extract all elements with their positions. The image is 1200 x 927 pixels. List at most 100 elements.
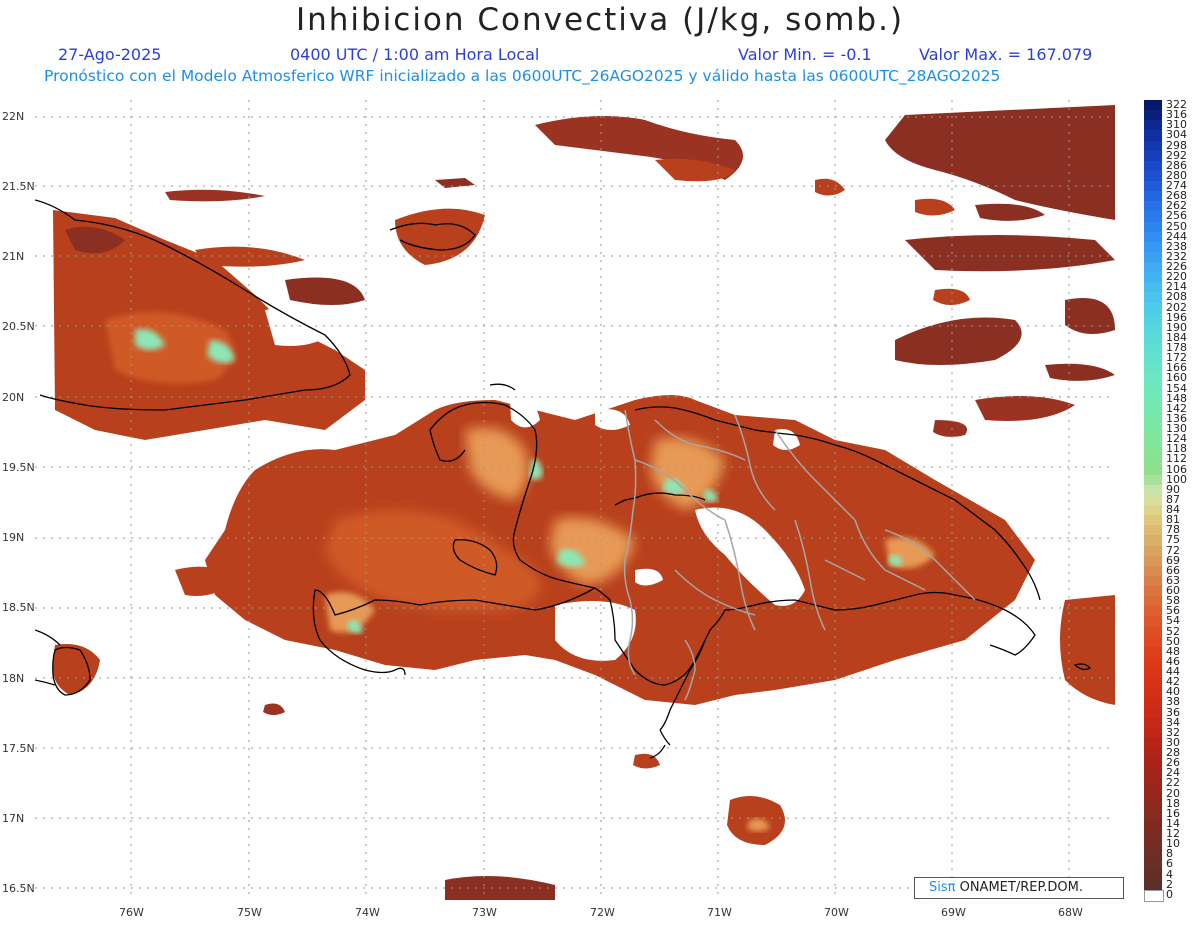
- legend-swatch: [1144, 555, 1162, 567]
- legend-swatch: [1144, 677, 1162, 688]
- lon-label: 75W: [237, 906, 262, 919]
- legend-swatch: [1144, 778, 1162, 790]
- lat-label: 16.5N: [2, 882, 35, 895]
- legend-swatch: [1144, 332, 1162, 344]
- lat-label: 19N: [2, 531, 25, 544]
- legend-swatch: [1144, 687, 1162, 698]
- legend-swatch: [1144, 413, 1162, 425]
- forecast-time: 0400 UTC / 1:00 am Hora Local: [290, 45, 540, 64]
- legend-swatch: [1144, 211, 1162, 223]
- legend-swatch: [1144, 221, 1162, 233]
- legend-swatch: [1144, 667, 1162, 678]
- lat-label: 21N: [2, 250, 25, 263]
- legend-swatch: [1144, 312, 1162, 324]
- lat-label: 19.5N: [2, 461, 35, 474]
- legend-swatch: [1144, 737, 1162, 749]
- legend-swatch: [1144, 788, 1162, 800]
- legend-swatch: [1144, 808, 1162, 820]
- lon-label: 73W: [472, 906, 497, 919]
- legend-swatch: [1144, 697, 1162, 709]
- lat-label: 20.5N: [2, 320, 35, 333]
- legend-swatch: [1144, 363, 1162, 374]
- legend-swatch: [1144, 616, 1162, 628]
- legend-swatch: [1144, 150, 1162, 162]
- legend-swatch: [1144, 859, 1162, 871]
- legend-swatch: [1144, 444, 1162, 455]
- lon-label: 76W: [119, 906, 144, 919]
- legend-swatch: [1144, 707, 1162, 719]
- legend-swatch: [1144, 656, 1162, 668]
- legend-swatch: [1144, 120, 1162, 131]
- legend-swatch: [1144, 302, 1162, 314]
- legend-swatch: [1144, 373, 1162, 385]
- legend-swatch: [1144, 231, 1162, 243]
- legend-swatch: [1144, 160, 1162, 172]
- legend-swatch: [1144, 717, 1162, 729]
- lat-label: 21.5N: [2, 180, 35, 193]
- model-info: Pronóstico con el Modelo Atmosferico WRF…: [44, 67, 1001, 85]
- forecast-date: 27-Ago-2025: [58, 45, 162, 64]
- lat-label: 22N: [2, 110, 25, 123]
- lat-label: 17N: [2, 812, 25, 825]
- legend-swatch: [1144, 484, 1162, 496]
- lon-label: 72W: [590, 906, 615, 919]
- lon-label: 74W: [355, 906, 380, 919]
- legend-swatch: [1144, 626, 1162, 638]
- legend-swatch: [1144, 424, 1162, 435]
- value-max: Valor Max. = 167.079: [919, 45, 1093, 64]
- legend-swatch: [1144, 818, 1162, 830]
- legend-swatch: [1144, 748, 1162, 759]
- legend-swatch: [1144, 565, 1162, 577]
- legend-swatch: [1144, 272, 1162, 283]
- legend-swatch: [1144, 849, 1162, 860]
- lon-label: 68W: [1058, 906, 1083, 919]
- legend-swatch: [1144, 798, 1162, 810]
- legend-swatch: [1144, 353, 1162, 364]
- legend-swatch: [1144, 343, 1162, 354]
- inhibition-field: [52, 105, 1115, 900]
- legend-swatch: [1144, 201, 1162, 212]
- legend-swatch: [1144, 829, 1162, 840]
- legend-swatch: [1144, 262, 1162, 273]
- legend-swatch: [1144, 403, 1162, 415]
- legend-swatch: [1144, 545, 1162, 557]
- lat-label: 20N: [2, 391, 25, 404]
- lon-label: 69W: [941, 906, 966, 919]
- legend-swatch: [1144, 494, 1162, 506]
- credit-logo: Sisπ: [929, 880, 956, 895]
- lon-label: 70W: [824, 906, 849, 919]
- legend-swatch: [1144, 636, 1162, 648]
- value-min: Valor Min. = -0.1: [738, 45, 872, 64]
- lat-label: 17.5N: [2, 742, 35, 755]
- legend-swatch: [1144, 191, 1162, 202]
- legend-swatch: [1144, 292, 1162, 304]
- legend-swatch: [1144, 322, 1162, 334]
- legend-swatch: [1144, 596, 1162, 607]
- lat-label: 18.5N: [2, 601, 35, 614]
- legend-swatch: [1144, 839, 1162, 850]
- legend-swatch: [1144, 434, 1162, 445]
- credit-box: Sisπ ONAMET/REP.DOM.: [914, 877, 1124, 899]
- map-svg: [35, 100, 1115, 900]
- legend-swatch: [1144, 100, 1162, 111]
- legend-swatch: [1144, 383, 1162, 395]
- legend-swatch: [1144, 606, 1162, 617]
- legend-swatch: [1144, 474, 1162, 486]
- map-title: Inhibicion Convectiva (J/kg, somb.): [295, 2, 905, 38]
- legend-swatch: [1144, 110, 1162, 121]
- legend-swatch: [1144, 727, 1162, 739]
- legend-swatch: [1144, 241, 1162, 253]
- legend-swatch: [1144, 889, 1164, 903]
- legend-swatch: [1144, 535, 1162, 547]
- lat-label: 18N: [2, 672, 25, 685]
- legend-swatch: [1144, 525, 1162, 536]
- legend-swatch: [1144, 170, 1162, 182]
- legend-swatch: [1144, 393, 1162, 405]
- legend-swatch: [1144, 879, 1162, 891]
- legend-swatch: [1144, 768, 1162, 779]
- legend-swatch: [1144, 505, 1162, 516]
- legend-swatch: [1144, 251, 1162, 263]
- legend-swatch: [1144, 869, 1162, 881]
- legend-swatch: [1144, 130, 1162, 141]
- map-area: [35, 100, 1115, 900]
